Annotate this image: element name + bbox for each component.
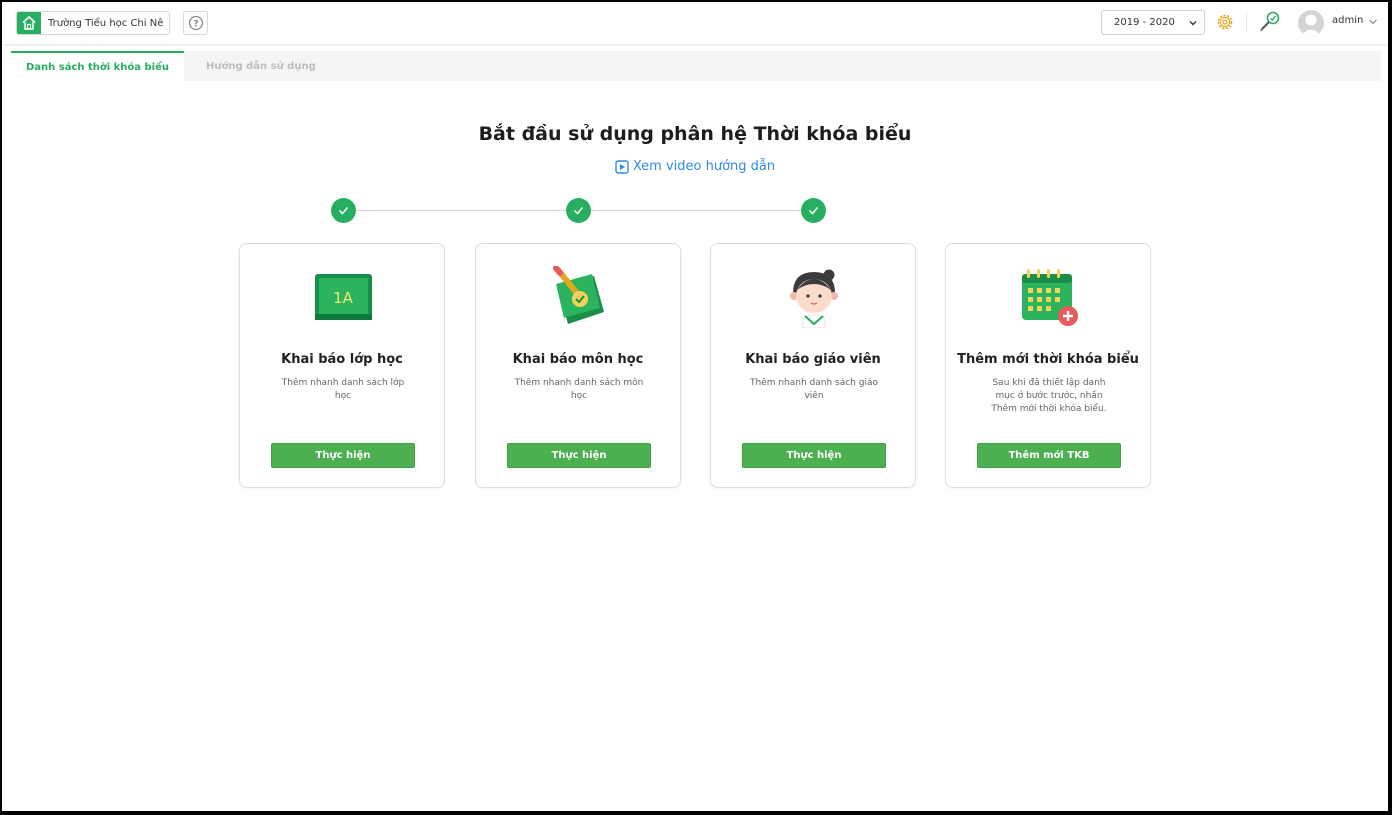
search-tool-icon[interactable]	[1258, 10, 1282, 34]
card-class-setup: 1A Khai báo lớp học Thêm nhanh danh sách…	[239, 243, 445, 488]
step-1-done	[331, 198, 356, 223]
school-name: Trường Tiểu học Chi Nê	[48, 17, 164, 29]
chevron-down-icon[interactable]	[1368, 18, 1378, 26]
header-divider	[1246, 13, 1247, 33]
gear-icon[interactable]	[1215, 12, 1235, 32]
card-title: Khai báo môn học	[512, 352, 644, 367]
svg-text:?: ?	[193, 20, 198, 30]
card-new-schedule: Thêm mới thời khóa biểu Sau khi đã thiết…	[945, 243, 1151, 488]
step-3-done	[801, 198, 826, 223]
card-title: Thêm mới thời khóa biểu	[957, 352, 1139, 367]
school-year-value: 2019 - 2020	[1114, 17, 1175, 28]
avatar[interactable]	[1298, 10, 1324, 36]
card-description: Thêm nhanh danh sách lớp học	[281, 378, 405, 401]
tab-bar: Danh sách thời khóa biểu Hướng dẫn sử dụ…	[11, 51, 1381, 81]
check-icon	[573, 207, 584, 215]
subject-setup-button[interactable]: Thực hiện	[507, 443, 651, 468]
school-year-select[interactable]: 2019 - 2020	[1101, 10, 1205, 35]
home-icon[interactable]	[17, 12, 41, 34]
subject-note-icon	[553, 266, 604, 324]
page-title: Bắt đầu sử dụng phân hệ Thời khóa biểu	[478, 123, 912, 145]
step-2-done	[566, 198, 591, 223]
card-title: Khai báo lớp học	[281, 352, 403, 367]
help-button[interactable]: ?	[183, 11, 208, 35]
video-guide-label: Xem video hướng dẫn	[632, 159, 776, 174]
top-header: Trường Tiểu học Chi Nê ? 2019 - 2020 adm…	[2, 2, 1388, 44]
class-board-icon: 1A	[315, 274, 372, 320]
class-board-label: 1A	[333, 289, 354, 307]
card-title: Khai báo giáo viên	[745, 352, 881, 367]
class-setup-button[interactable]: Thực hiện	[271, 443, 415, 468]
card-description: Thêm nhanh danh sách môn học	[514, 378, 644, 401]
help-icon: ?	[188, 15, 203, 31]
school-selector[interactable]: Trường Tiểu học Chi Nê	[16, 11, 170, 35]
add-schedule-button[interactable]: Thêm mới TKB	[977, 443, 1121, 468]
chevron-down-icon	[1189, 21, 1197, 26]
step-connector	[591, 210, 801, 211]
card-description: Sau khi đã thiết lập danh mục ở bước trư…	[991, 378, 1107, 414]
card-teacher-setup: Khai báo giáo viên Thêm nhanh danh sách …	[710, 243, 916, 488]
teacher-setup-button[interactable]: Thực hiện	[742, 443, 886, 468]
card-subject-setup: Khai báo môn học Thêm nhanh danh sách mô…	[475, 243, 681, 488]
step-connector	[356, 210, 566, 211]
tab-user-guide[interactable]: Hướng dẫn sử dụng	[206, 51, 316, 81]
calendar-add-icon	[1022, 269, 1078, 326]
tab-schedule-list[interactable]: Danh sách thời khóa biểu	[11, 51, 184, 81]
check-icon	[338, 207, 349, 215]
play-icon	[615, 159, 629, 174]
card-description: Thêm nhanh danh sách giáo viên	[749, 378, 878, 401]
app-window: Trường Tiểu học Chi Nê ? 2019 - 2020 adm…	[2, 2, 1388, 811]
video-guide-link[interactable]: Xem video hướng dẫn	[2, 159, 1388, 174]
teacher-icon	[790, 269, 838, 328]
user-name[interactable]: admin	[1332, 15, 1363, 26]
check-icon	[808, 207, 819, 215]
